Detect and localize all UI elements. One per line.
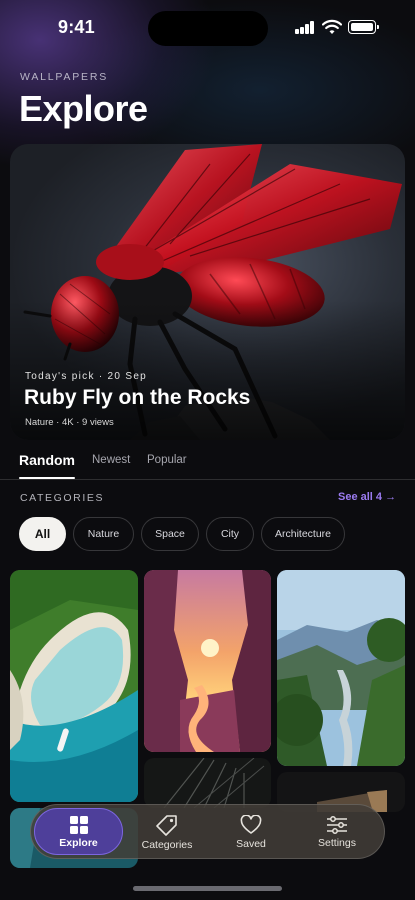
hero-meta: Nature · 4K · 9 views bbox=[25, 417, 114, 428]
home-indicator[interactable] bbox=[133, 886, 282, 891]
chip-space[interactable]: Space bbox=[141, 517, 199, 551]
chip-city[interactable]: City bbox=[206, 517, 254, 551]
hero-title: Ruby Fly on the Rocks bbox=[24, 386, 251, 409]
tab-popular[interactable]: Popular bbox=[147, 454, 187, 466]
wallpaper-tile[interactable] bbox=[277, 570, 405, 766]
wifi-icon bbox=[322, 19, 342, 34]
nav-label: Categories bbox=[141, 839, 193, 851]
nav-label: Explore bbox=[59, 837, 98, 849]
active-tab-indicator bbox=[19, 477, 75, 479]
page-title: Explore bbox=[19, 88, 148, 129]
beach-image bbox=[10, 570, 138, 802]
chip-nature[interactable]: Nature bbox=[73, 517, 134, 551]
nav-saved[interactable]: Saved bbox=[208, 805, 294, 860]
bottom-navigation: Explore Categories Saved Settings bbox=[30, 804, 385, 859]
status-time: 9:41 bbox=[58, 17, 95, 37]
nav-label: Settings bbox=[318, 837, 356, 849]
canyon-image bbox=[144, 570, 271, 752]
battery-icon bbox=[348, 20, 379, 34]
featured-wallpaper-card[interactable]: Today's pick · 20 Sep Ruby Fly on the Ro… bbox=[10, 144, 405, 440]
nav-settings[interactable]: Settings bbox=[294, 805, 380, 860]
valley-image bbox=[277, 570, 405, 766]
see-all-link[interactable]: See all 4 → bbox=[338, 491, 396, 503]
tag-icon bbox=[156, 815, 177, 836]
status-bar: 9:41 bbox=[0, 0, 415, 56]
sort-tabs: Random Newest Popular bbox=[0, 450, 415, 480]
tab-random[interactable]: Random bbox=[19, 452, 75, 468]
chip-architecture[interactable]: Architecture bbox=[261, 517, 345, 551]
nav-categories[interactable]: Categories bbox=[123, 805, 211, 860]
nav-label: Saved bbox=[236, 838, 266, 850]
wallpaper-tile[interactable] bbox=[144, 570, 271, 752]
categories-heading: CATEGORIES bbox=[20, 492, 105, 504]
tab-newest[interactable]: Newest bbox=[92, 454, 130, 466]
heart-icon bbox=[240, 815, 262, 834]
grid-icon bbox=[69, 816, 88, 834]
nav-explore[interactable]: Explore bbox=[34, 805, 123, 860]
wallpaper-tile[interactable] bbox=[10, 570, 138, 802]
palm-image bbox=[144, 758, 271, 808]
chip-all[interactable]: All bbox=[19, 517, 66, 551]
cellular-signal-icon bbox=[295, 20, 317, 34]
dynamic-island bbox=[148, 11, 268, 46]
sliders-icon bbox=[327, 816, 347, 834]
section-eyebrow: WALLPAPERS bbox=[20, 71, 109, 83]
wallpaper-tile[interactable] bbox=[144, 758, 271, 808]
hero-kicker: Today's pick · 20 Sep bbox=[25, 371, 148, 382]
